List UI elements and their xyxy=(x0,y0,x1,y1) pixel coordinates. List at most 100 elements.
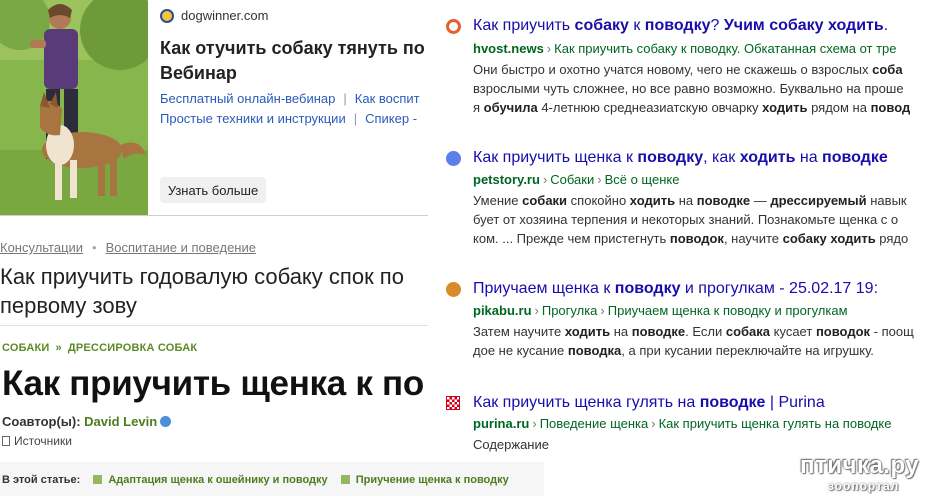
wikihow-crumb-dogs[interactable]: СОБАКИ xyxy=(2,342,49,354)
coauthor-label: Соавтор(ы): xyxy=(2,414,81,429)
text-run: рядом на xyxy=(807,100,871,115)
wikihow-crumb-arrow: » xyxy=(55,342,62,354)
breadcrumb-consultations[interactable]: Консультации xyxy=(0,240,83,255)
url-separator: › xyxy=(542,172,548,187)
highlighted-term: поводок xyxy=(815,324,871,339)
result-title-link[interactable]: Как приучить щенка к поводку, как ходить… xyxy=(473,149,938,167)
watermark-main: птичка.ру xyxy=(800,452,920,479)
result-url[interactable]: petstory.ru › Собаки › Всё о щенке xyxy=(473,172,938,187)
highlighted-term: ходить xyxy=(629,193,676,208)
wikihow-sources[interactable]: Источники xyxy=(2,434,72,448)
result-path: Поведение щенка xyxy=(539,416,649,431)
petstory-favicon-icon xyxy=(446,151,461,166)
url-separator: › xyxy=(532,416,537,431)
text-run: Как приучить щенка гулять на xyxy=(473,394,700,411)
text-run: Как приучить щенка к xyxy=(473,149,638,166)
result-url[interactable]: hvost.news › Как приучить собаку к поводку… xyxy=(473,41,938,56)
highlighted-term: поводке xyxy=(822,149,888,166)
snippet-line: я обучила 4-летнюю среднеазиатскую овчар… xyxy=(473,98,938,117)
url-separator: › xyxy=(534,303,539,318)
highlighted-term: ходить xyxy=(762,100,808,115)
highlighted-term: соба xyxy=(872,62,903,77)
ad-divider xyxy=(0,215,428,216)
result-snippet: Затем научите ходить на поводке. Если со… xyxy=(473,322,938,360)
result-path: Прогулка xyxy=(541,303,598,318)
result-snippet: Они быстро и охотно учатся новому, чего … xyxy=(473,60,938,117)
highlighted-term: поводку xyxy=(614,280,681,297)
ad-photo-dog-with-woman[interactable] xyxy=(0,0,148,215)
result-title-link[interactable]: Как приучить щенка гулять на поводке | P… xyxy=(473,394,938,412)
text-run: кусает xyxy=(770,324,816,339)
result-url[interactable]: pikabu.ru › Прогулка › Приучаем щенка к пово… xyxy=(473,303,938,318)
ad-link-how-to-train[interactable]: Как воспит xyxy=(355,91,420,106)
document-icon xyxy=(2,436,10,446)
breadcrumb-behavior[interactable]: Воспитание и поведение xyxy=(106,240,256,255)
highlighted-term: поводке xyxy=(631,324,686,339)
text-run: ? xyxy=(710,17,724,34)
learn-more-button[interactable]: Узнать больше xyxy=(160,177,266,203)
snippet-line: Затем научите ходить на поводке. Если со… xyxy=(473,322,938,341)
text-run: , а при кусании переключайте на игрушку. xyxy=(621,343,874,358)
ad-link-separator: | xyxy=(343,91,347,106)
highlighted-term: обучила xyxy=(483,100,538,115)
result-path: Как приучить собаку к поводку. Обкатанна… xyxy=(554,41,897,56)
text-run: дое не кусание xyxy=(473,343,568,358)
text-run: | Purina xyxy=(765,394,825,411)
ad-title-link[interactable]: Как отучить собаку тянуть по Вебинар xyxy=(160,36,428,88)
snippet-line: взрослыми чуть сложнее, но все равно воз… xyxy=(473,79,938,98)
text-run: Приучаем щенка к xyxy=(473,280,615,297)
highlighted-term: ходить xyxy=(564,324,611,339)
highlighted-term: дрессируемый xyxy=(770,193,867,208)
breadcrumb-dot: • xyxy=(92,240,97,255)
toc-item-collar[interactable]: Адаптация щенка к ошейнику и поводку xyxy=(108,474,327,486)
highlighted-term: поводке xyxy=(696,193,751,208)
article-title: Как приучить годовалую собаку спок по пе… xyxy=(0,264,404,318)
toc-item-leash[interactable]: Приучение щенка к поводку xyxy=(356,474,509,486)
url-separator: › xyxy=(597,172,602,187)
result-title-link[interactable]: Приучаем щенка к поводку и прогулкам - 2… xyxy=(473,280,938,298)
result-snippet: Умение собаки спокойно ходить на поводке… xyxy=(473,191,938,248)
text-run: на xyxy=(795,149,823,166)
ad-links-row-2: Простые техники и инструкции | Спикер - xyxy=(160,111,428,126)
toc-bullet-icon xyxy=(340,475,350,484)
highlighted-term: поводка xyxy=(567,343,622,358)
result-domain: hvost.news xyxy=(473,41,544,56)
snippet-line: дое не кусание поводка, а при кусании пе… xyxy=(473,341,938,360)
snippet-line: Они быстро и охотно учатся новому, чего … xyxy=(473,60,938,79)
text-run: — xyxy=(750,193,771,208)
snippet-line: ком. ... Прежде чем пристегнуть поводок,… xyxy=(473,229,938,248)
ad-link-speaker[interactable]: Спикер - xyxy=(365,111,417,126)
result-url[interactable]: purina.ru › Поведение щенка › Как приучить щ… xyxy=(473,416,938,431)
wikihow-coauthor: Соавтор(ы): David Levin xyxy=(2,414,172,429)
verified-check-icon xyxy=(160,416,172,427)
ad-link-webinar[interactable]: Бесплатный онлайн-вебинар xyxy=(160,91,335,106)
wikihow-crumb-training[interactable]: ДРЕССИРОВКА СОБАК xyxy=(68,342,197,354)
ad-links-row-1: Бесплатный онлайн-вебинар | Как воспит xyxy=(160,91,428,106)
hvost-favicon-icon xyxy=(446,19,461,34)
text-run: , как xyxy=(703,149,740,166)
highlighted-term: собака xyxy=(725,324,771,339)
text-run: бует от хозяина терпения и некоторых зна… xyxy=(473,212,899,227)
purina-favicon-icon xyxy=(446,396,460,410)
result-path-2: Как приучить щенка гулять на поводке xyxy=(658,416,892,431)
result-domain: petstory.ru xyxy=(473,172,540,187)
text-run: Они быстро и охотно учатся новому, чего … xyxy=(473,62,873,77)
highlighted-term: ходить xyxy=(739,149,796,166)
ad-domain[interactable]: dogwinner.com xyxy=(181,8,268,23)
result-title-link[interactable]: Как приучить собаку к поводку? Учим соба… xyxy=(473,17,938,35)
text-run: Как приучить xyxy=(473,17,575,34)
text-run: ком. ... Прежде чем пристегнуть xyxy=(473,231,670,246)
dogwinner-favicon-icon xyxy=(160,9,174,23)
ad-link-techniques[interactable]: Простые техники и инструкции xyxy=(160,111,346,126)
sources-label: Источники xyxy=(14,434,72,448)
result-path: Собаки xyxy=(550,172,595,187)
text-run: рядо xyxy=(875,231,909,246)
dog-photo-illustration xyxy=(0,0,148,215)
result-path-2: Всё о щенке xyxy=(604,172,680,187)
ad-link-separator: | xyxy=(353,111,358,126)
text-run: 4-летнюю среднеазиатскую овчарку xyxy=(537,100,763,115)
wikihow-toc: В этой статье: Адаптация щенка к ошейник… xyxy=(2,474,544,486)
coauthor-name-link[interactable]: David Levin xyxy=(84,414,157,429)
highlighted-term: собаку xyxy=(574,17,629,34)
text-run: навык xyxy=(866,193,907,208)
